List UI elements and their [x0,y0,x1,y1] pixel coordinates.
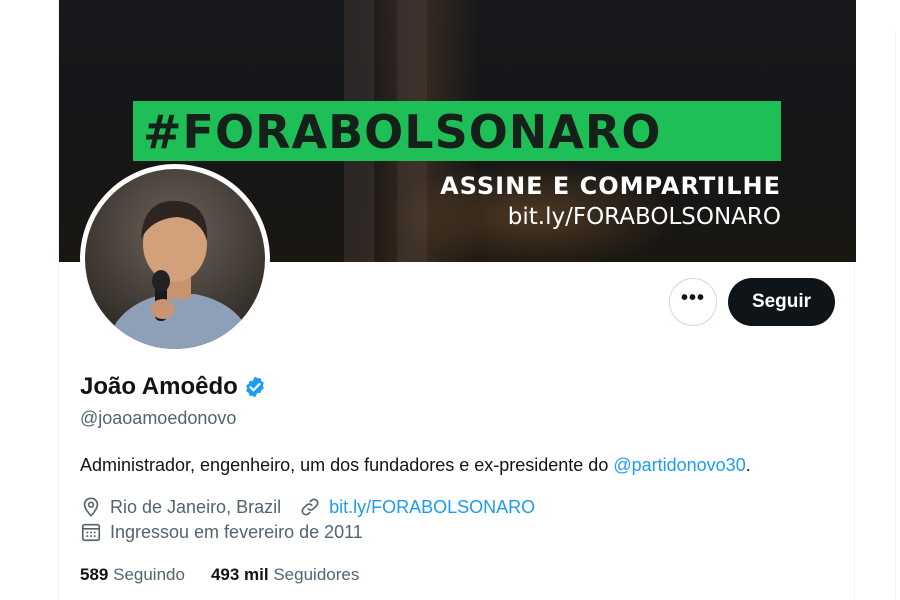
avatar[interactable] [80,164,270,354]
profile-meta-row: Rio de Janeiro, Brazil bit.ly/FORABOLSON… [80,496,553,518]
followers-stat[interactable]: 493 mil Seguidores [211,565,359,585]
website-item[interactable]: bit.ly/FORABOLSONARO [299,496,535,518]
right-sidebar-edge [895,30,900,600]
bio-end: . [745,455,751,475]
avatar-photo [85,169,265,349]
calendar-icon [81,523,101,542]
followers-label: Seguidores [273,565,360,584]
bio-text: Administrador, engenheiro, um dos fundad… [80,455,614,475]
profile-handle: @joaoamoedonovo [80,408,237,428]
location-item: Rio de Janeiro, Brazil [80,496,281,518]
more-options-button[interactable]: ••• [669,278,717,326]
location-text: Rio de Janeiro, Brazil [110,496,282,517]
following-label: Seguindo [113,565,185,584]
following-stat[interactable]: 589 Seguindo [80,565,185,585]
more-dots-icon: ••• [680,287,705,309]
profile-stats: 589 Seguindo 493 mil Seguidores [80,565,385,585]
banner-headline: ASSINE E COMPARTILHE [440,172,781,200]
following-count: 589 [80,565,109,584]
bio-mention-link[interactable]: @partidonovo30 [613,455,745,475]
profile-column: #FORABOLSONARO ASSINE E COMPARTILHE bit.… [58,0,856,600]
display-name: João Amoêdo [80,373,238,400]
banner-link: bit.ly/FORABOLSONARO [507,204,781,230]
followers-count: 493 mil [210,565,269,584]
joined-row: Ingressou em fevereiro de 2011 [80,521,381,543]
joined-item: Ingressou em fevereiro de 2011 [80,521,363,543]
website-link[interactable]: bit.ly/FORABOLSONARO [329,497,535,518]
link-icon [301,498,319,516]
follow-button[interactable]: Seguir [728,278,835,326]
profile-bio: Administrador, engenheiro, um dos fundad… [80,455,751,476]
joined-text: Ingressou em fevereiro de 2011 [110,521,363,542]
banner-hashtag: #FORABOLSONARO [143,105,662,159]
name-row: João Amoêdo [80,373,267,401]
location-pin-icon [83,497,99,517]
verified-badge-icon [243,375,267,399]
